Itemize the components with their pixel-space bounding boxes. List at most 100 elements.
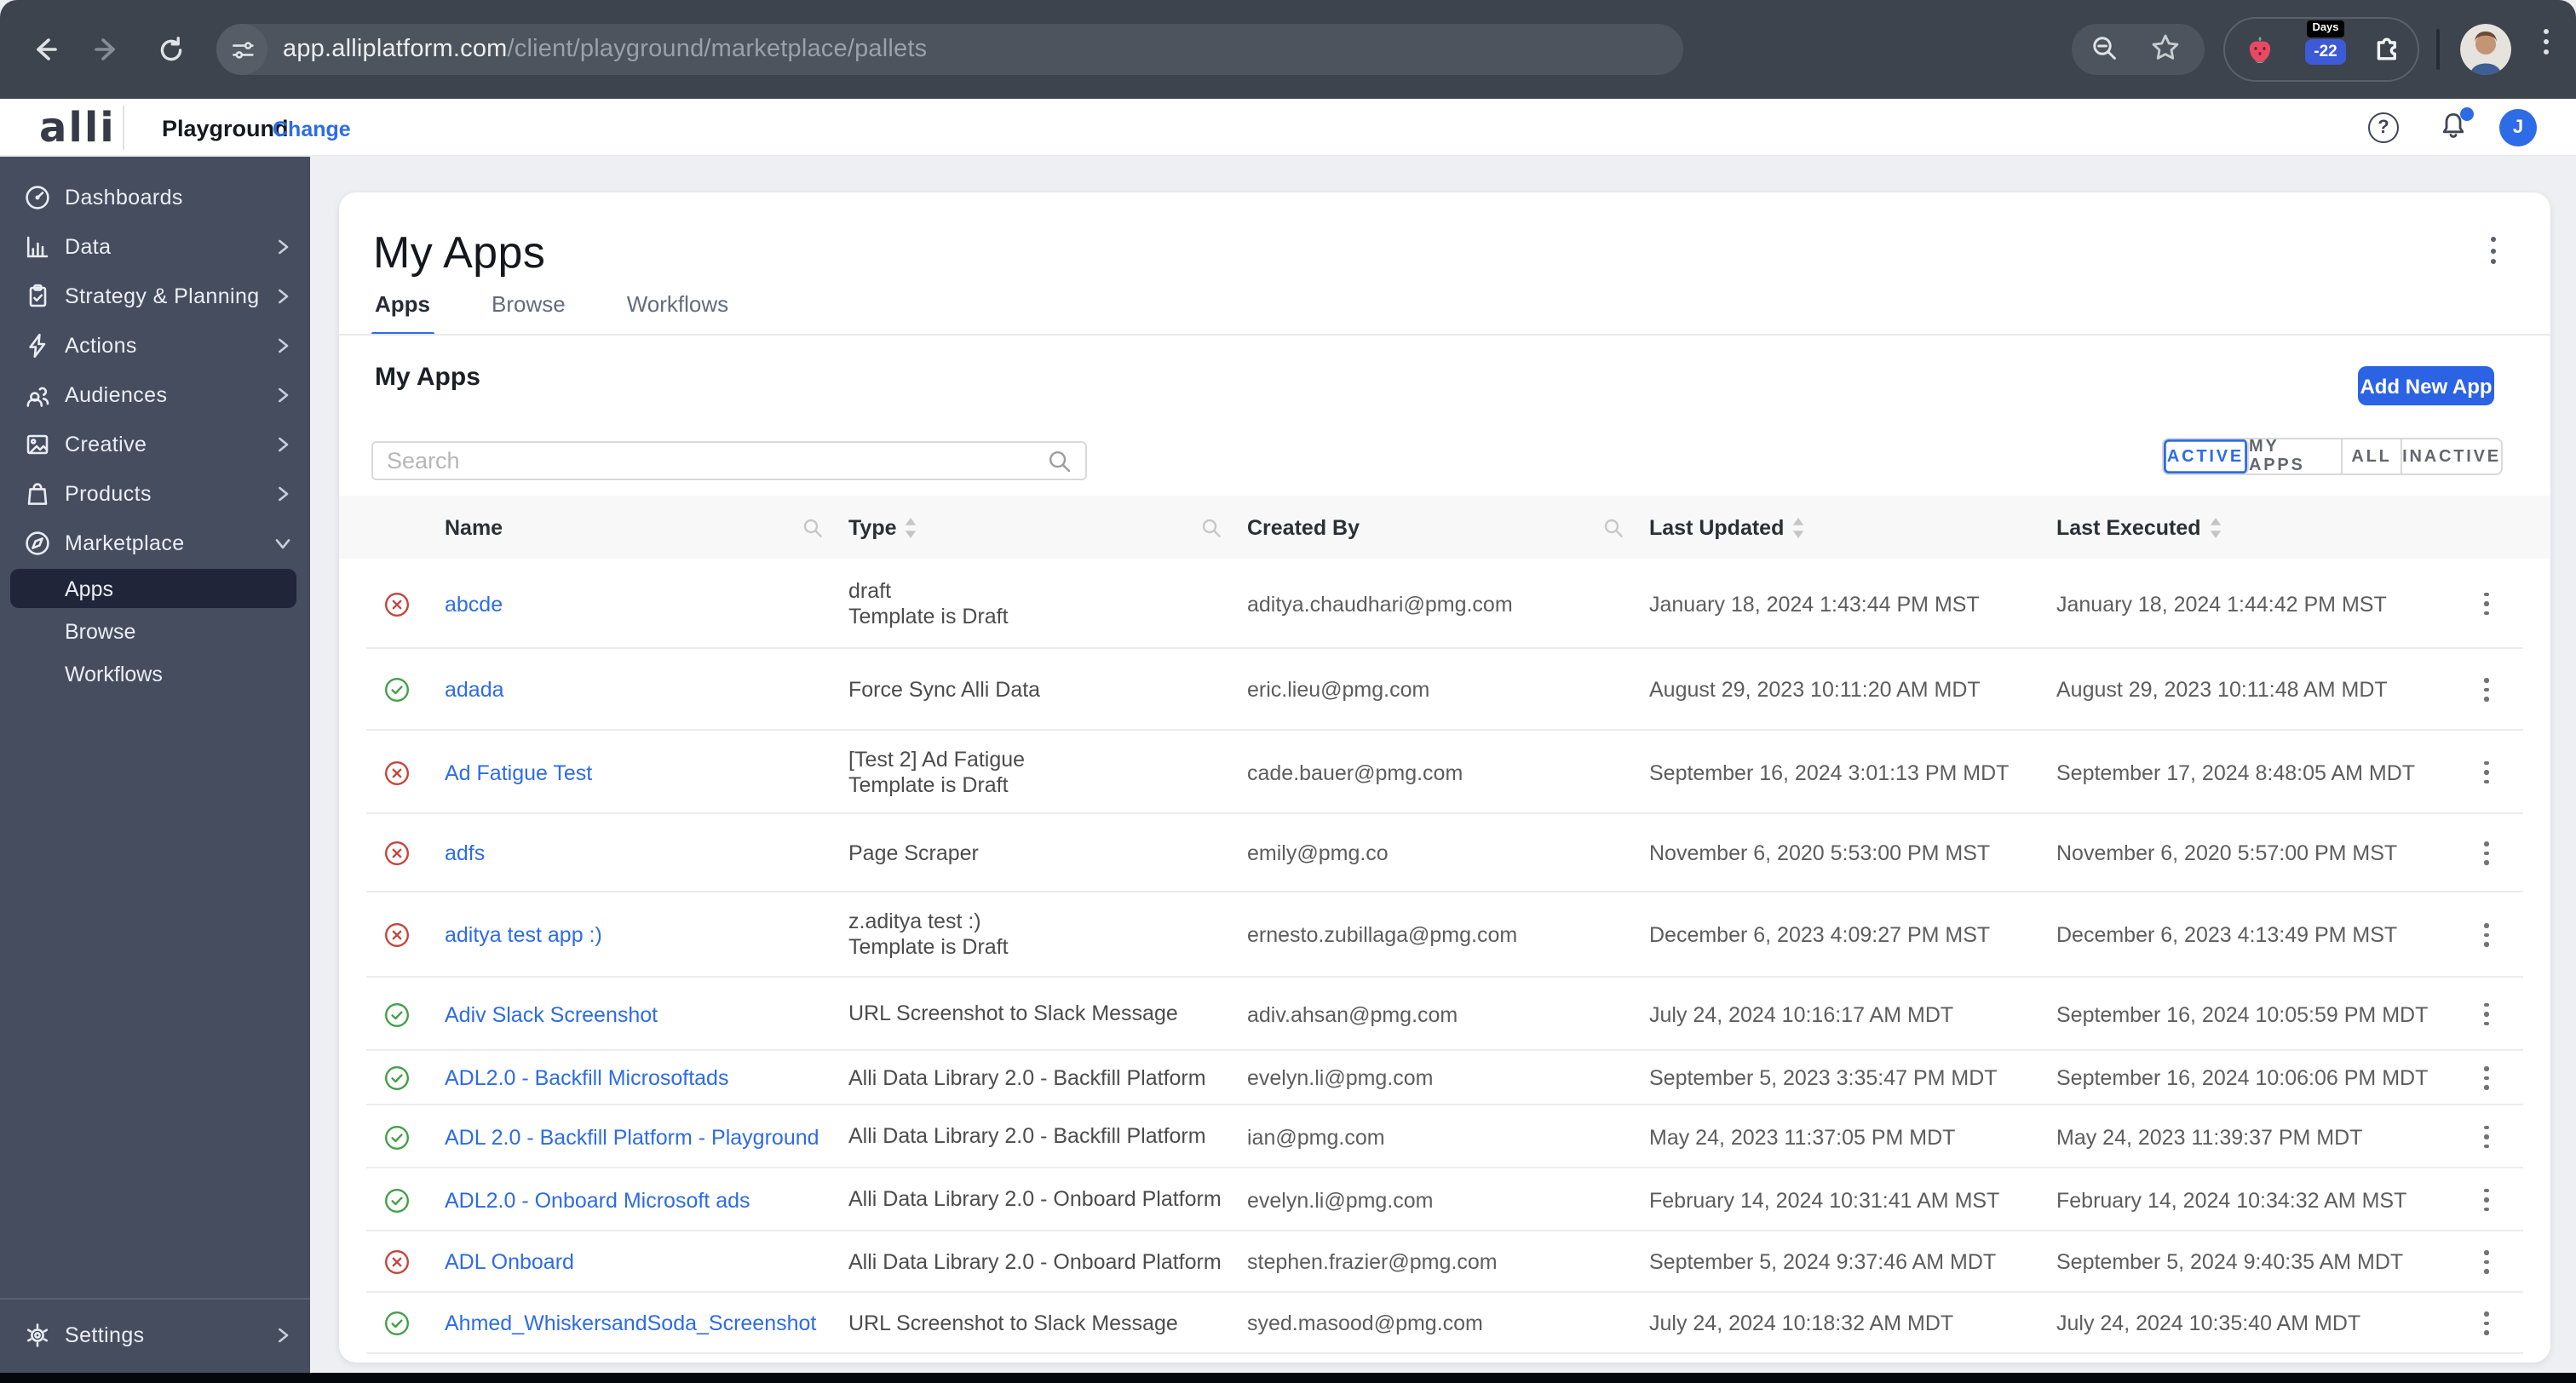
app-name-link[interactable]: ADL2.0 - Onboard Microsoft ads	[445, 1188, 750, 1212]
image-icon	[22, 429, 51, 458]
table-row[interactable]: ADL2.0 - Onboard Microsoft ads Alli Data …	[339, 1168, 2550, 1231]
table-row[interactable]: abcde draft Template is Draft aditya.chaudh…	[339, 559, 2550, 649]
last-executed: January 18, 2024 1:44:42 PM MST	[2056, 592, 2387, 616]
row-menu-button[interactable]	[2479, 1306, 2493, 1340]
row-menu-button[interactable]	[2479, 1120, 2493, 1154]
app-name-link[interactable]: adfs	[445, 841, 485, 865]
status-error-icon	[383, 590, 411, 617]
column-search-icon[interactable]	[1201, 517, 1222, 537]
add-new-app-button[interactable]: Add New App	[2358, 366, 2494, 405]
sidebar-item-strategy-planning[interactable]: Strategy & Planning	[0, 271, 310, 320]
app-name-link[interactable]: abcde	[445, 592, 503, 616]
address-bar[interactable]: app.alliplatform.com/client/playground/m…	[216, 24, 1683, 75]
column-search-icon[interactable]	[1603, 517, 1624, 537]
row-menu-button[interactable]	[2479, 997, 2493, 1031]
table-row[interactable]: ADL Onboard Alli Data Library 2.0 - Onboa…	[339, 1231, 2550, 1293]
table-row[interactable]: aditya test app :) z.aditya test :) Templa…	[339, 892, 2550, 978]
table-row[interactable]: adada Force Sync Alli Data eric.lieu@pmg.c…	[339, 649, 2550, 731]
sort-icon[interactable]	[2210, 517, 2222, 537]
browser-forward-button[interactable]	[83, 26, 131, 73]
sidebar-item-browse[interactable]: Browse	[0, 610, 310, 652]
app-name-link[interactable]: Ahmed_WhiskersandSoda_Screenshot	[445, 1311, 816, 1335]
change-workspace-link[interactable]: Change	[273, 118, 351, 141]
app-name-link[interactable]: Adiv Slack Screenshot	[445, 1002, 658, 1026]
days-badge-label: Days	[2307, 20, 2344, 37]
status-success-icon	[383, 676, 411, 703]
column-header-type[interactable]: Type	[848, 515, 897, 539]
sidebar-item-creative[interactable]: Creative	[0, 419, 310, 468]
filter-all[interactable]: ALL	[2343, 439, 2402, 473]
sort-icon[interactable]	[1792, 517, 1804, 537]
browser-zoom-button[interactable]	[2082, 26, 2126, 70]
sidebar-item-apps[interactable]: Apps	[0, 567, 310, 610]
created-by: evelyn.li@pmg.com	[1247, 1066, 1434, 1090]
site-info-button[interactable]	[216, 24, 267, 75]
chevron-right-icon	[274, 485, 291, 502]
column-header-last-executed[interactable]: Last Executed	[2056, 515, 2201, 539]
profile-photo	[2460, 24, 2511, 75]
browser-menu-button[interactable]	[2532, 29, 2559, 55]
bookmark-button[interactable]	[2143, 26, 2188, 70]
tab-browse[interactable]: Browse	[492, 291, 566, 336]
row-menu-button[interactable]	[2479, 1183, 2493, 1217]
last-updated: August 29, 2023 10:11:20 AM MDT	[1649, 678, 1981, 702]
card-menu-button[interactable]	[2491, 237, 2496, 264]
extensions-menu-button[interactable]	[2365, 27, 2409, 72]
filter-inactive[interactable]: INACTIVE	[2402, 439, 2501, 473]
sidebar-item-workflows[interactable]: Workflows	[0, 652, 310, 695]
bar-chart-icon	[22, 232, 51, 261]
help-button[interactable]: ?	[2368, 112, 2399, 143]
app-name-link[interactable]: ADL2.0 - Backfill Microsoftads	[445, 1066, 728, 1090]
app-name-link[interactable]: Ad Fatigue Test	[445, 760, 592, 784]
sort-icon[interactable]	[906, 517, 917, 537]
status-error-icon	[383, 921, 411, 949]
created-by: aditya.chaudhari@pmg.com	[1247, 592, 1513, 616]
table-row[interactable]: Adiv Slack Screenshot URL Screenshot to S…	[339, 978, 2550, 1051]
lightning-icon	[22, 330, 51, 359]
notifications-button[interactable]	[2438, 107, 2474, 145]
app-name-link[interactable]: ADL 2.0 - Backfill Platform - Playground	[445, 1125, 819, 1149]
last-executed: May 24, 2023 11:39:37 PM MDT	[2056, 1125, 2363, 1149]
days-extension-badge[interactable]: Days -22	[2300, 20, 2351, 66]
app-name-link[interactable]: ADL Onboard	[445, 1250, 574, 1274]
browser-back-button[interactable]	[20, 26, 68, 73]
user-avatar[interactable]: J	[2499, 109, 2537, 146]
sidebar-item-data[interactable]: Data	[0, 221, 310, 271]
table-row[interactable]: ADL2.0 - Backfill Microsoftads Alli Data …	[339, 1051, 2550, 1105]
column-header-created-by[interactable]: Created By	[1247, 515, 1360, 539]
sidebar-item-marketplace[interactable]: Marketplace	[0, 518, 310, 567]
browser-reload-button[interactable]	[147, 26, 194, 73]
column-header-last-updated[interactable]: Last Updated	[1649, 515, 1784, 539]
sidebar-item-dashboards[interactable]: Dashboards	[0, 172, 310, 221]
app-name-link[interactable]: adada	[445, 678, 504, 702]
tab-workflows[interactable]: Workflows	[627, 291, 728, 336]
filter-active[interactable]: ACTIVE	[2164, 439, 2249, 473]
row-menu-button[interactable]	[2479, 836, 2493, 870]
column-header-name[interactable]: Name	[445, 515, 503, 539]
app-type: draft Template is Draft	[848, 578, 1009, 628]
row-menu-button[interactable]	[2479, 1061, 2493, 1095]
tab-apps[interactable]: Apps	[371, 291, 433, 336]
table-row[interactable]: ADL 2.0 - Backfill Platform - Playground…	[339, 1105, 2550, 1168]
column-search-icon[interactable]	[802, 517, 823, 537]
table-row[interactable]: Ad Fatigue Test [Test 2] Ad Fatigue Templa…	[339, 731, 2550, 814]
strawberry-extension-button[interactable]	[2237, 27, 2281, 72]
sidebar-item-settings[interactable]: Settings	[0, 1310, 310, 1359]
filter-my-apps[interactable]: MY APPS	[2249, 438, 2343, 475]
chevron-right-icon	[274, 287, 291, 304]
sidebar-item-actions[interactable]: Actions	[0, 320, 310, 370]
browser-profile-avatar[interactable]	[2460, 24, 2511, 75]
app-name-link[interactable]: aditya test app :)	[445, 923, 602, 947]
table-row[interactable]: adfs Page Scraper emily@pmg.co November 6, …	[339, 814, 2550, 892]
row-menu-button[interactable]	[2479, 755, 2493, 789]
last-updated: September 5, 2023 3:35:47 PM MDT	[1649, 1066, 1998, 1090]
table-row[interactable]: Ahmed_WhiskersandSoda_Screenshot URL Scre…	[339, 1293, 2550, 1354]
row-menu-button[interactable]	[2479, 587, 2493, 621]
search-input[interactable]	[373, 448, 1048, 473]
row-menu-button[interactable]	[2479, 918, 2493, 952]
sidebar-item-products[interactable]: Products	[0, 468, 310, 518]
row-menu-button[interactable]	[2479, 673, 2493, 707]
last-executed: September 17, 2024 8:48:05 AM MDT	[2056, 760, 2416, 784]
sidebar-item-audiences[interactable]: Audiences	[0, 370, 310, 419]
row-menu-button[interactable]	[2479, 1245, 2493, 1279]
